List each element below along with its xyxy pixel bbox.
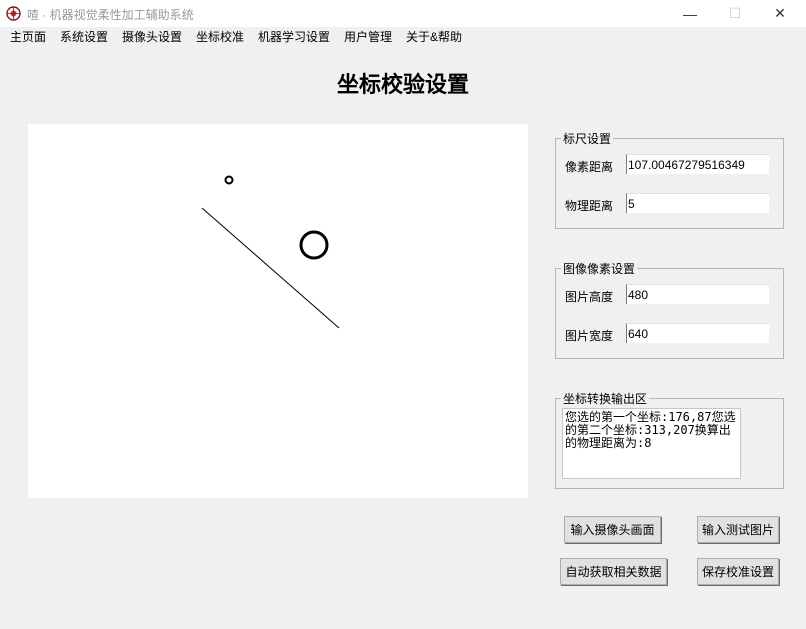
scale-settings-group: 标尺设置 <box>555 130 784 229</box>
image-height-label: 图片高度 <box>565 290 614 304</box>
test-image-input-button[interactable]: 输入测试图片 <box>697 516 779 543</box>
coordinate-output-textarea[interactable]: 您选的第一个坐标:176,87您选的第二个坐标:313,207换算出的物理距离为… <box>562 408 741 479</box>
save-calibration-button[interactable]: 保存校准设置 <box>697 558 779 585</box>
physical-distance-input[interactable] <box>626 193 769 213</box>
menu-bar: 主页面 系统设置 摄像头设置 坐标校准 机器学习设置 用户管理 关于&帮助 <box>0 27 806 45</box>
menu-item-camera-settings[interactable]: 摄像头设置 <box>122 28 182 45</box>
title-bar: 喳 · 机器视觉柔性加工辅助系统 — ☐ ✕ <box>0 0 806 27</box>
window-title: 喳 · 机器视觉柔性加工辅助系统 <box>27 8 194 22</box>
scale-settings-title: 标尺设置 <box>563 132 612 146</box>
minimize-button[interactable]: — <box>667 0 713 27</box>
auto-fetch-data-button[interactable]: 自动获取相关数据 <box>560 558 667 585</box>
menu-item-user-management[interactable]: 用户管理 <box>344 28 392 45</box>
image-width-input[interactable] <box>626 323 769 343</box>
image-canvas[interactable] <box>28 124 528 498</box>
measurement-line <box>201 207 340 329</box>
image-height-input[interactable] <box>626 284 769 304</box>
pixel-distance-label: 像素距离 <box>565 160 614 174</box>
menu-item-coordinate-calibration[interactable]: 坐标校准 <box>196 28 244 45</box>
camera-input-button[interactable]: 输入摄像头画面 <box>564 516 661 543</box>
image-pixel-settings-title: 图像像素设置 <box>563 262 636 276</box>
app-logo-icon <box>6 6 21 21</box>
close-button[interactable]: ✕ <box>757 0 803 27</box>
image-width-label: 图片宽度 <box>565 329 614 343</box>
second-point-marker <box>299 230 329 260</box>
menu-item-system-settings[interactable]: 系统设置 <box>60 28 108 45</box>
image-pixel-settings-group: 图像像素设置 <box>555 260 784 359</box>
first-point-marker <box>224 175 234 185</box>
app-window: 喳 · 机器视觉柔性加工辅助系统 — ☐ ✕ 主页面 系统设置 摄像头设置 坐标… <box>0 0 806 629</box>
coordinate-output-title: 坐标转换输出区 <box>563 392 648 406</box>
pixel-distance-input[interactable] <box>626 154 769 174</box>
menu-item-ml-settings[interactable]: 机器学习设置 <box>258 28 330 45</box>
menu-item-home[interactable]: 主页面 <box>10 28 46 45</box>
maximize-button[interactable]: ☐ <box>712 0 758 27</box>
menu-item-about-help[interactable]: 关于&帮助 <box>406 28 462 45</box>
page-title: 坐标校验设置 <box>336 72 469 98</box>
physical-distance-label: 物理距离 <box>565 199 614 213</box>
